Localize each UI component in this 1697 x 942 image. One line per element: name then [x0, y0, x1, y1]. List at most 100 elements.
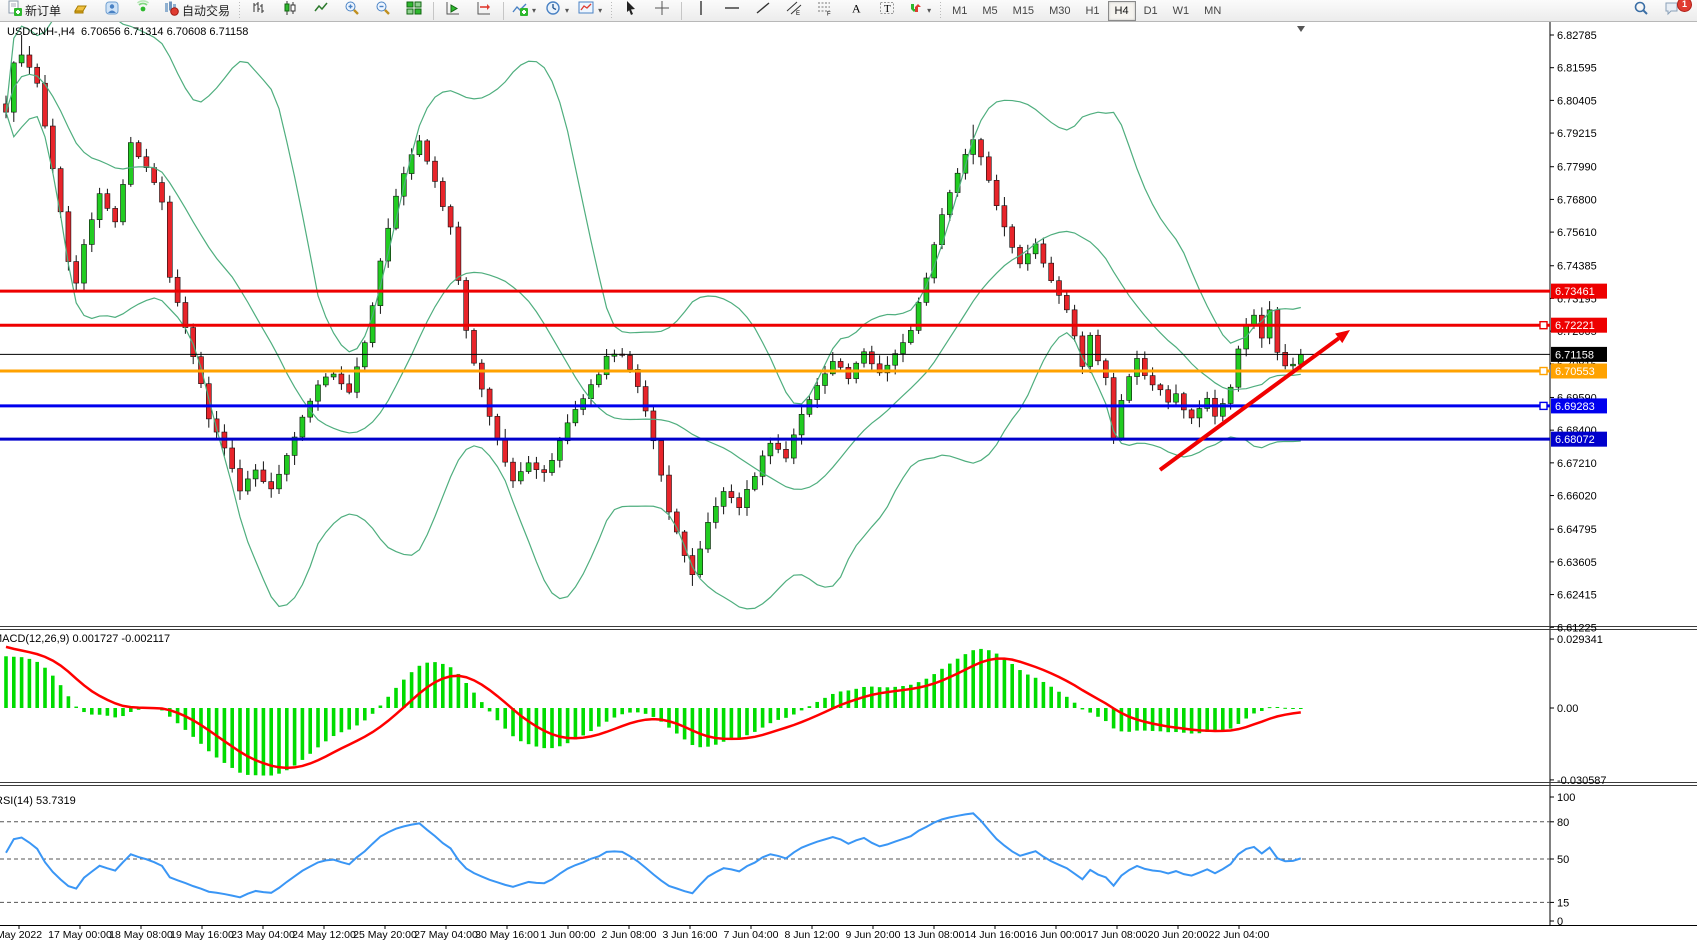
tab-timeframe-m1[interactable]: M1	[945, 1, 974, 21]
time-axis-labels: May 202217 May 00:0018 May 08:0019 May 1…	[0, 925, 1270, 941]
svg-text:6.73461: 6.73461	[1555, 286, 1595, 298]
svg-text:6.63605: 6.63605	[1557, 557, 1597, 569]
svg-text:6.76800: 6.76800	[1557, 194, 1597, 206]
svg-text:14 Jun 16:00: 14 Jun 16:00	[965, 929, 1026, 941]
new-order-icon	[6, 0, 22, 21]
bar-chart-button[interactable]	[244, 0, 274, 22]
svg-text:18 May 08:00: 18 May 08:00	[109, 929, 173, 941]
periods-icon	[545, 0, 561, 21]
svg-text:2 Jun 08:00: 2 Jun 08:00	[602, 929, 657, 941]
svg-text:0: 0	[1557, 916, 1563, 928]
svg-text:A: A	[852, 2, 861, 16]
crosshair-tool-button[interactable]	[647, 0, 677, 22]
svg-text:17 Jun 08:00: 17 Jun 08:00	[1087, 929, 1148, 941]
chart-shift-button[interactable]	[469, 0, 499, 22]
chevron-down-icon: ▾	[927, 6, 931, 15]
arrows-tool-button[interactable]: ▾	[903, 0, 935, 22]
macd-histogram	[4, 649, 1302, 776]
svg-text:24 May 12:00: 24 May 12:00	[292, 929, 356, 941]
zoom-out-button[interactable]	[368, 0, 398, 22]
svg-text:0.00: 0.00	[1557, 703, 1578, 715]
horizontal-line-icon	[724, 0, 740, 21]
chevron-down-icon: ▾	[532, 6, 536, 15]
candlestick-chart-button[interactable]	[275, 0, 305, 22]
market-watch-button[interactable]	[66, 0, 96, 22]
zoom-in-icon	[344, 0, 360, 21]
bollinger-bands	[6, 22, 1301, 609]
svg-text:6.68072: 6.68072	[1555, 434, 1595, 446]
svg-text:6.61225: 6.61225	[1557, 622, 1597, 634]
svg-text:6.66020: 6.66020	[1557, 491, 1597, 503]
profile-button[interactable]	[97, 0, 127, 22]
svg-text:13 Jun 08:00: 13 Jun 08:00	[904, 929, 965, 941]
tile-windows-button[interactable]	[399, 0, 429, 22]
trend-arrow[interactable]	[1160, 330, 1350, 470]
horizontal-line-tool-button[interactable]	[717, 0, 747, 22]
indicators-button[interactable]: ▾	[508, 0, 540, 22]
svg-text:20 Jun 20:00: 20 Jun 20:00	[1148, 929, 1209, 941]
line-anchor-handle[interactable]	[1540, 402, 1547, 409]
svg-text:25 May 20:00: 25 May 20:00	[353, 929, 417, 941]
tab-timeframe-h4[interactable]: H4	[1108, 1, 1136, 21]
market-watch-icon	[73, 0, 89, 21]
toolbar-separator	[503, 2, 504, 20]
toolbar-grip	[609, 2, 613, 20]
channel-icon: E	[786, 0, 802, 21]
svg-text:100: 100	[1557, 792, 1575, 804]
signal-icon	[135, 0, 151, 21]
search-button[interactable]	[1626, 0, 1656, 22]
tab-timeframe-d1[interactable]: D1	[1137, 1, 1165, 21]
svg-text:6.71158: 6.71158	[1555, 349, 1594, 361]
channel-tool-button[interactable]: E	[779, 0, 809, 22]
macd-indicator-label: MACD(12,26,9) 0.001727 -0.002117	[0, 633, 170, 645]
text-tool-button[interactable]: A	[841, 0, 871, 22]
vertical-line-tool-button[interactable]	[686, 0, 716, 22]
tab-timeframe-m30[interactable]: M30	[1042, 1, 1077, 21]
svg-text:8 Jun 12:00: 8 Jun 12:00	[785, 929, 840, 941]
tab-timeframe-w1[interactable]: W1	[1166, 1, 1197, 21]
chart-area[interactable]: 6.827856.815956.804056.792156.779906.768…	[0, 22, 1697, 942]
rsi-axis-labels: 1008050150	[1550, 792, 1575, 928]
tab-timeframe-m15[interactable]: M15	[1006, 1, 1041, 21]
svg-text:27 May 04:00: 27 May 04:00	[414, 929, 478, 941]
svg-text:80: 80	[1557, 817, 1569, 829]
auto-trading-button[interactable]: 自动交易	[159, 0, 234, 22]
signal-button[interactable]	[128, 0, 158, 22]
svg-text:19 May 16:00: 19 May 16:00	[170, 929, 234, 941]
chart-shift-marker[interactable]	[1297, 26, 1305, 32]
rsi-line	[6, 813, 1301, 897]
chart-symbol-period: USDCNH-,H4	[7, 26, 75, 38]
svg-text:22 Jun 04:00: 22 Jun 04:00	[1209, 929, 1270, 941]
cursor-icon	[623, 0, 639, 21]
line-chart-button[interactable]	[306, 0, 336, 22]
toolbar-separator	[433, 2, 434, 20]
new-order-label: 新订单	[25, 2, 61, 19]
line-anchor-handle[interactable]	[1540, 368, 1547, 375]
fibonacci-icon: F	[817, 0, 833, 21]
tab-timeframe-m5[interactable]: M5	[975, 1, 1004, 21]
tab-timeframe-h1[interactable]: H1	[1078, 1, 1106, 21]
line-anchor-handle[interactable]	[1540, 322, 1547, 329]
auto-scroll-button[interactable]	[438, 0, 468, 22]
svg-text:6.62415: 6.62415	[1557, 590, 1597, 602]
vertical-line-icon	[693, 0, 709, 21]
arrows-icon	[907, 0, 923, 21]
svg-text:6.72221: 6.72221	[1555, 320, 1595, 332]
zoom-in-button[interactable]	[337, 0, 367, 22]
svg-text:6.64795: 6.64795	[1557, 524, 1597, 536]
trading-terminal-window: 新订单 自动交易	[0, 0, 1697, 942]
tab-timeframe-mn[interactable]: MN	[1197, 1, 1228, 21]
fibonacci-tool-button[interactable]: F	[810, 0, 840, 22]
trendline-tool-button[interactable]	[748, 0, 778, 22]
cursor-tool-button[interactable]	[616, 0, 646, 22]
svg-text:F: F	[827, 12, 831, 17]
svg-text:6.74385: 6.74385	[1557, 261, 1597, 273]
notifications-button[interactable]: 1	[1657, 0, 1687, 22]
periods-button[interactable]: ▾	[541, 0, 573, 22]
template-button[interactable]: ▾	[574, 0, 606, 22]
text-icon: A	[848, 0, 864, 21]
text-label-tool-button[interactable]: T	[872, 0, 902, 22]
chevron-down-icon: ▾	[598, 6, 602, 15]
profile-icon	[104, 0, 120, 21]
new-order-button[interactable]: 新订单	[2, 0, 65, 22]
